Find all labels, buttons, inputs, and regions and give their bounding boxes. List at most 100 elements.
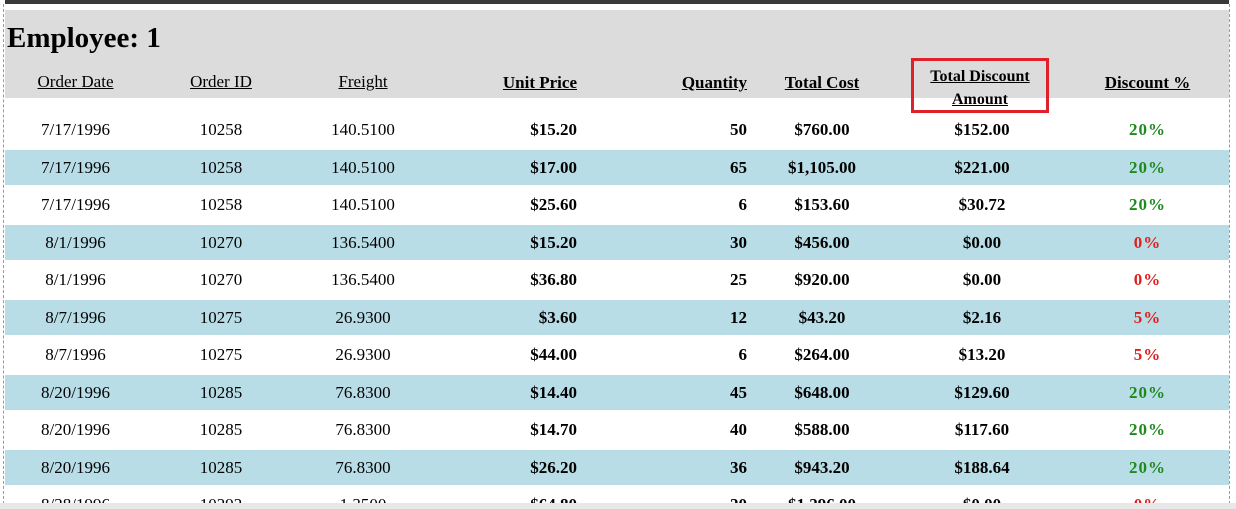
discount-pct-cell: 20%	[1129, 458, 1166, 477]
column-header-order-id[interactable]: Order ID	[171, 70, 271, 94]
freight-cell: 76.8300	[335, 420, 391, 439]
total-cost-cell: $456.00	[794, 233, 850, 252]
total-cost-cell: $264.00	[794, 345, 850, 364]
order-date-cell: 8/20/1996	[41, 383, 110, 402]
order-id-cell: 10258	[199, 195, 243, 214]
quantity-cell: 65	[730, 158, 747, 177]
column-header-order-date[interactable]: Order Date	[5, 70, 146, 94]
order-date-cell: 8/20/1996	[41, 420, 110, 439]
total-cost-cell: $648.00	[794, 383, 850, 402]
discount-pct-cell: 20%	[1129, 383, 1166, 402]
order-date-cell: 8/1/1996	[45, 233, 106, 252]
freight-cell: 76.8300	[335, 458, 391, 477]
unit-price-cell: $25.60	[530, 195, 577, 214]
discount-pct-cell: 5%	[1133, 345, 1162, 364]
page-guide-left	[3, 4, 4, 509]
quantity-cell: 25	[730, 270, 747, 289]
discount-pct-cell: 5%	[1133, 308, 1162, 327]
order-date-cell: 8/20/1996	[41, 458, 110, 477]
freight-cell: 26.9300	[335, 308, 391, 327]
quantity-cell: 40	[730, 420, 747, 439]
table-row: 7/17/1996 10258 140.5100 $15.20 50 $760.00 $15…	[5, 112, 1229, 147]
total-discount-cell: $117.60	[954, 420, 1010, 439]
page-guide-right	[1229, 4, 1230, 509]
order-date-cell: 7/17/1996	[41, 195, 110, 214]
column-header-unit-price[interactable]: Unit Price	[455, 71, 577, 95]
quantity-cell: 6	[738, 195, 748, 214]
table-row: 7/17/1996 10258 140.5100 $17.00 65 $1,105.00 $…	[5, 150, 1229, 185]
order-id-cell: 10275	[199, 308, 243, 327]
order-id-cell: 10285	[199, 420, 243, 439]
table-row: 7/17/1996 10258 140.5100 $25.60 6 $153.60 $30.…	[5, 187, 1229, 222]
order-date-cell: 7/17/1996	[41, 158, 110, 177]
discount-pct-cell: 20%	[1129, 195, 1166, 214]
freight-cell: 136.5400	[331, 270, 395, 289]
quantity-cell: 30	[730, 233, 747, 252]
total-cost-cell: $943.20	[794, 458, 850, 477]
order-id-cell: 10285	[199, 458, 243, 477]
total-discount-cell: $152.00	[954, 120, 1010, 139]
total-discount-cell: $2.16	[962, 308, 1002, 327]
total-discount-cell: $129.60	[954, 383, 1010, 402]
order-date-cell: 8/1/1996	[45, 270, 106, 289]
order-date-cell: 7/17/1996	[41, 120, 110, 139]
unit-price-cell: $17.00	[530, 158, 577, 177]
freight-cell: 140.5100	[331, 195, 395, 214]
unit-price-cell: $15.20	[530, 233, 577, 252]
total-cost-cell: $760.00	[794, 120, 850, 139]
quantity-cell: 45	[730, 383, 747, 402]
order-id-cell: 10275	[199, 345, 243, 364]
unit-price-cell: $14.70	[530, 420, 577, 439]
table-row: 8/7/1996 10275 26.9300 $3.60 12 $43.20 $2.16 5%	[5, 300, 1229, 335]
total-cost-cell: $1,105.00	[788, 158, 856, 177]
top-rule	[5, 0, 1229, 4]
order-id-cell: 10285	[199, 383, 243, 402]
freight-cell: 26.9300	[335, 345, 391, 364]
unit-price-cell: $44.00	[530, 345, 577, 364]
table-row: 8/1/1996 10270 136.5400 $15.20 30 $456.00 $0.0…	[5, 225, 1229, 260]
table-row: 8/20/1996 10285 76.8300 $26.20 36 $943.20 $188…	[5, 450, 1229, 485]
order-id-cell: 10270	[199, 270, 243, 289]
quantity-cell: 12	[730, 308, 747, 327]
unit-price-cell: $3.60	[538, 308, 577, 327]
order-id-cell: 10258	[199, 158, 243, 177]
order-date-cell: 8/7/1996	[45, 308, 106, 327]
bottom-scroll-edge	[0, 503, 1236, 509]
column-header-quantity[interactable]: Quantity	[625, 71, 747, 95]
order-date-cell: 8/7/1996	[45, 345, 106, 364]
discount-pct-cell: 20%	[1129, 158, 1166, 177]
freight-cell: 136.5400	[331, 233, 395, 252]
freight-cell: 76.8300	[335, 383, 391, 402]
table-row: 8/20/1996 10285 76.8300 $14.70 40 $588.00 $117…	[5, 412, 1229, 447]
total-cost-cell: $43.20	[798, 308, 846, 327]
total-discount-cell: $13.20	[958, 345, 1006, 364]
order-id-cell: 10258	[199, 120, 243, 139]
total-discount-cell: $30.72	[958, 195, 1006, 214]
table-row: 8/20/1996 10285 76.8300 $14.40 45 $648.00 $129…	[5, 375, 1229, 410]
total-discount-cell: $188.64	[954, 458, 1010, 477]
quantity-cell: 6	[738, 345, 748, 364]
total-cost-cell: $153.60	[794, 195, 850, 214]
total-cost-cell: $920.00	[794, 270, 850, 289]
discount-pct-cell: 20%	[1129, 420, 1166, 439]
discount-pct-cell: 20%	[1129, 120, 1166, 139]
freight-cell: 140.5100	[331, 158, 395, 177]
column-header-total-cost[interactable]: Total Cost	[761, 71, 883, 95]
discount-pct-cell: 0%	[1133, 233, 1162, 252]
quantity-cell: 50	[730, 120, 747, 139]
unit-price-cell: $26.20	[530, 458, 577, 477]
unit-price-cell: $36.80	[530, 270, 577, 289]
total-discount-cell: $0.00	[962, 270, 1002, 289]
column-header-freight[interactable]: Freight	[308, 70, 418, 94]
total-discount-cell: $0.00	[962, 233, 1002, 252]
unit-price-cell: $15.20	[530, 120, 577, 139]
highlight-box	[911, 58, 1049, 113]
total-cost-cell: $588.00	[794, 420, 850, 439]
table-row: 8/7/1996 10275 26.9300 $44.00 6 $264.00 $13.20…	[5, 337, 1229, 372]
report-viewer: Employee: 1 Order Date Order ID Freight …	[0, 0, 1236, 509]
column-header-discount-pct[interactable]: Discount %	[1095, 71, 1200, 95]
table-row: 8/1/1996 10270 136.5400 $36.80 25 $920.00 $0.0…	[5, 262, 1229, 297]
group-title: Employee: 1	[7, 22, 161, 54]
quantity-cell: 36	[730, 458, 747, 477]
unit-price-cell: $14.40	[530, 383, 577, 402]
